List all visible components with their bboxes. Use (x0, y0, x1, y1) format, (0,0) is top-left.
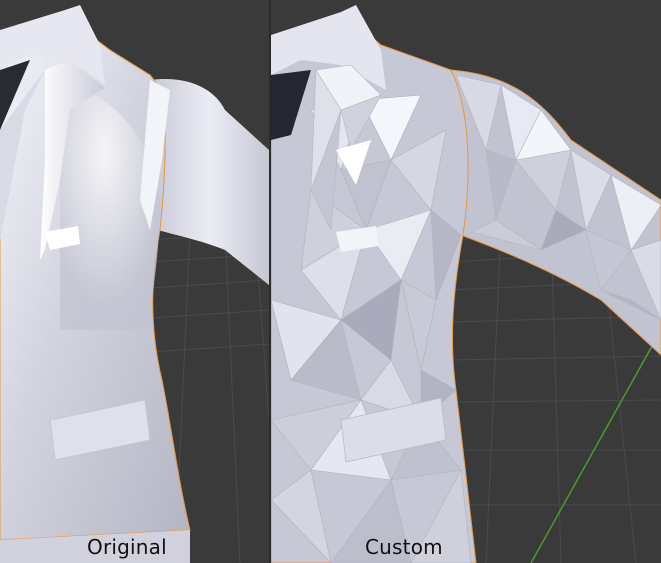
caption-custom: Custom (365, 535, 443, 559)
custom-mesh-render (271, 0, 661, 563)
caption-original: Original (87, 535, 167, 559)
original-mesh-render (0, 0, 269, 563)
viewport-original[interactable]: Original (0, 0, 269, 563)
viewport-custom[interactable]: Custom (271, 0, 661, 563)
